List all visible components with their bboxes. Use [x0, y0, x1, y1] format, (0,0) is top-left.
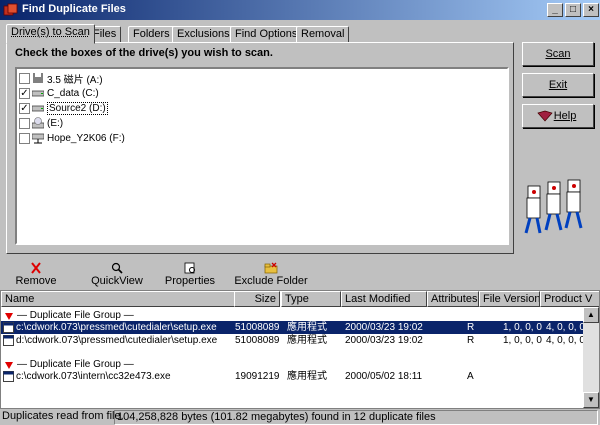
- tab-removal[interactable]: Removal: [296, 26, 350, 43]
- table-row[interactable]: d:\cdwork.073\pressmed\cutedialer\setup.…: [1, 334, 585, 347]
- drive-checkbox[interactable]: [19, 72, 30, 84]
- drive-checkbox[interactable]: ✓: [19, 87, 30, 99]
- remove-x-icon: [31, 262, 41, 274]
- network-drive-icon: [32, 133, 44, 144]
- tab-folders[interactable]: Folders: [128, 26, 175, 43]
- hard-drive-icon: [32, 90, 44, 97]
- help-book-icon: [537, 110, 553, 122]
- status-message: Duplicates read from file.: [2, 410, 124, 422]
- hard-drive-icon: [32, 105, 44, 112]
- column-header-type[interactable]: Type: [281, 291, 341, 307]
- drive-list: 3.5 磁片 (A:) ✓ C_data (C:) ✓ Source2 (D:)…: [15, 67, 509, 245]
- drive-item-f[interactable]: Hope_Y2K06 (F:): [19, 131, 125, 145]
- tab-find-options[interactable]: Find Options: [230, 26, 303, 43]
- status-summary: 104,258,828 bytes (101.82 megabytes) fou…: [114, 410, 598, 425]
- drive-item-e[interactable]: (E:): [19, 116, 63, 130]
- drive-item-a[interactable]: 3.5 磁片 (A:): [19, 71, 103, 86]
- tab-exclusions[interactable]: Exclusions: [172, 26, 235, 43]
- column-header-file-version[interactable]: File Version: [479, 291, 540, 307]
- exe-file-icon: [3, 371, 14, 382]
- table-row[interactable]: c:\cdwork.073\pressmed\cutedialer\setup.…: [1, 321, 585, 334]
- drive-item-c[interactable]: ✓ C_data (C:): [19, 86, 99, 100]
- cd-drive-icon: [32, 117, 44, 129]
- quickview-button[interactable]: QuickView: [90, 259, 144, 289]
- exit-button[interactable]: Exit: [522, 73, 594, 97]
- column-header-product-version[interactable]: Product V: [540, 291, 599, 307]
- drives-panel: Check the boxes of the drive(s) you wish…: [6, 42, 514, 254]
- status-bar: Duplicates read from file. 104,258,828 b…: [0, 409, 600, 425]
- mascot-figures-image: [524, 179, 583, 234]
- drive-checkbox[interactable]: ✓: [19, 102, 30, 114]
- magnifier-icon: [111, 262, 123, 274]
- maximize-button[interactable]: □: [565, 3, 581, 17]
- scroll-up-button[interactable]: ▲: [583, 307, 599, 323]
- scroll-down-button[interactable]: ▼: [583, 392, 599, 408]
- drive-item-d[interactable]: ✓ Source2 (D:): [19, 101, 108, 115]
- exe-file-icon: [3, 335, 14, 346]
- vertical-scrollbar[interactable]: ▲ ▼: [583, 307, 599, 408]
- toolbar: Remove QuickView Properties Exclude Fold…: [0, 259, 600, 289]
- properties-icon: [184, 262, 195, 274]
- panel-heading: Check the boxes of the drive(s) you wish…: [15, 47, 273, 59]
- minimize-button[interactable]: _: [547, 3, 563, 17]
- help-button[interactable]: Help: [522, 104, 594, 128]
- remove-button[interactable]: Remove: [14, 259, 58, 289]
- arrow-down-icon: [5, 312, 13, 320]
- table-row[interactable]: c:\cdwork.073\intern\cc32e473.exe 190912…: [1, 370, 584, 383]
- drive-checkbox[interactable]: [19, 132, 30, 144]
- exclude-folder-button[interactable]: Exclude Folder: [234, 259, 308, 289]
- drive-checkbox[interactable]: [19, 117, 30, 129]
- properties-button[interactable]: Properties: [162, 259, 218, 289]
- exe-file-icon: [3, 322, 14, 333]
- column-header-last-modified[interactable]: Last Modified: [341, 291, 427, 307]
- column-header-attributes[interactable]: Attributes: [427, 291, 479, 307]
- floppy-drive-icon: [33, 73, 43, 83]
- tab-drives-to-scan[interactable]: Drive(s) to Scan: [6, 24, 95, 44]
- duplicate-results-list[interactable]: Name Size Type Last Modified Attributes …: [0, 290, 600, 409]
- window-title: Find Duplicate Files: [22, 3, 126, 15]
- close-button[interactable]: ×: [583, 3, 599, 17]
- folder-icon: [264, 262, 278, 274]
- column-header-size[interactable]: Size: [234, 291, 280, 307]
- scan-button[interactable]: Scan: [522, 42, 594, 66]
- app-icon: [3, 3, 18, 16]
- title-bar[interactable]: Find Duplicate Files _ □ ×: [0, 0, 600, 20]
- arrow-down-icon: [5, 361, 13, 369]
